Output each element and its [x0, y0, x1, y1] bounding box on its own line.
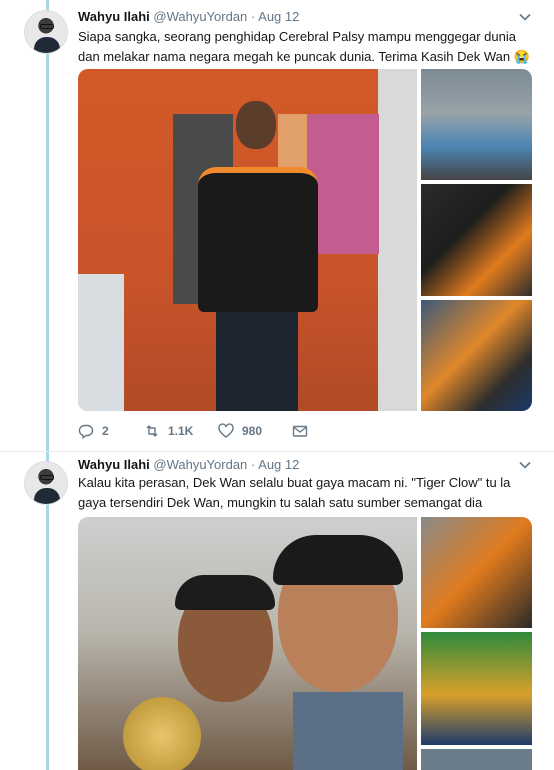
direct-message-button[interactable]: [292, 423, 316, 439]
chevron-down-icon[interactable]: [518, 458, 532, 472]
retweet-button[interactable]: 1.1K: [144, 423, 218, 439]
tweet-date[interactable]: Aug 12: [258, 9, 299, 24]
tweet-media-grid: [78, 517, 532, 770]
retweet-count: 1.1K: [168, 424, 194, 438]
tweet-header: Wahyu Ilahi @WahyuYordan · Aug 12: [78, 457, 299, 473]
tweet[interactable]: Wahyu Ilahi @WahyuYordan · Aug 12 Siapa …: [0, 0, 554, 452]
tweet-header: Wahyu Ilahi @WahyuYordan · Aug 12: [78, 9, 299, 25]
author-handle[interactable]: @WahyuYordan: [153, 9, 247, 24]
like-button[interactable]: 980: [218, 423, 292, 439]
author-name[interactable]: Wahyu Ilahi: [78, 457, 150, 472]
reply-count: 2: [102, 424, 109, 438]
photo-main[interactable]: [78, 517, 417, 770]
photo-thumbnail[interactable]: [421, 184, 532, 296]
envelope-icon: [292, 425, 308, 437]
avatar[interactable]: [24, 461, 68, 505]
separator-dot: ·: [250, 457, 256, 472]
separator-dot: ·: [250, 9, 256, 24]
author-name[interactable]: Wahyu Ilahi: [78, 9, 150, 24]
photo-main[interactable]: [78, 69, 417, 411]
photo-thumbnail[interactable]: [421, 632, 532, 745]
tweet-date[interactable]: Aug 12: [258, 457, 299, 472]
retweet-icon: [146, 425, 158, 437]
tweet-text: Kalau kita perasan, Dek Wan selalu buat …: [78, 475, 511, 510]
tweet-actions: 2 1.1K 980: [78, 423, 316, 439]
photo-thumbnail[interactable]: [421, 517, 532, 628]
like-count: 980: [242, 424, 263, 438]
reply-icon: [78, 424, 94, 439]
author-handle[interactable]: @WahyuYordan: [153, 457, 247, 472]
photo-thumbnail[interactable]: [421, 749, 532, 770]
tweet-media-grid: [78, 69, 532, 411]
photo-thumbnail[interactable]: [421, 69, 532, 180]
heart-icon: [218, 423, 234, 438]
chevron-down-icon[interactable]: [518, 10, 532, 24]
tweet[interactable]: Wahyu Ilahi @WahyuYordan · Aug 12 Kalau …: [0, 452, 554, 770]
photo-thumbnail[interactable]: [421, 300, 532, 411]
avatar[interactable]: [24, 10, 68, 54]
reply-button[interactable]: 2: [78, 423, 144, 439]
